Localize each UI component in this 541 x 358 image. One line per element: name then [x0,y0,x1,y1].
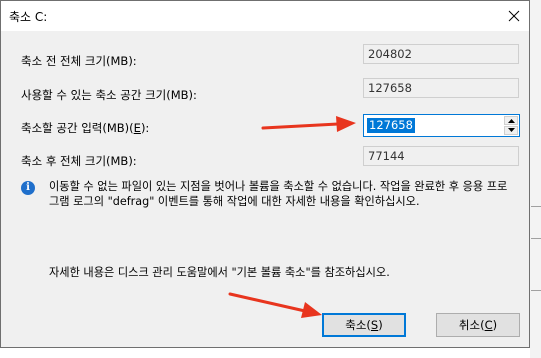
close-button[interactable] [499,1,529,31]
background-divider [531,238,541,239]
screen: 축소 C: 축소 전 전체 크기(MB): 204802 사용할 수 있는 축소… [0,0,541,358]
background-divider [531,290,541,291]
available-space-value: 127658 [363,78,519,98]
chevron-down-icon [508,128,515,132]
window-title: 축소 C: [9,10,48,24]
available-space-label: 사용할 수 있는 축소 공간 크기(MB): [21,88,197,102]
info-icon: i [21,181,35,195]
background-window [530,0,541,358]
title-bar: 축소 C: [1,1,529,31]
total-before-label: 축소 전 전체 크기(MB): [21,54,137,68]
shrink-amount-label: 축소할 공간 입력(MB)(E): [21,121,150,135]
shrink-dialog: 축소 C: 축소 전 전체 크기(MB): 204802 사용할 수 있는 축소… [0,0,530,348]
close-icon [508,10,520,22]
chevron-up-icon [508,119,515,123]
total-after-value: 77144 [363,146,519,166]
spin-up-button[interactable] [504,116,518,125]
shrink-button[interactable]: 축소(S) [322,313,406,337]
info-message: 이동할 수 없는 파일이 있는 지점을 벗어나 볼륨을 축소할 수 없습니다. … [49,180,508,208]
background-divider [531,206,541,207]
shrink-amount-stepper[interactable]: 127658 [363,114,520,137]
cancel-button[interactable]: 취소(C) [436,313,520,337]
help-message: 자세한 내용은 디스크 관리 도움말에서 "기본 볼륨 축소"를 참조하십시오. [49,266,390,279]
spin-down-button[interactable] [504,126,518,135]
shrink-amount-input[interactable]: 127658 [367,118,415,133]
spin-buttons [504,116,518,135]
total-after-label: 축소 후 전체 크기(MB): [21,154,137,168]
total-before-value: 204802 [363,44,519,64]
